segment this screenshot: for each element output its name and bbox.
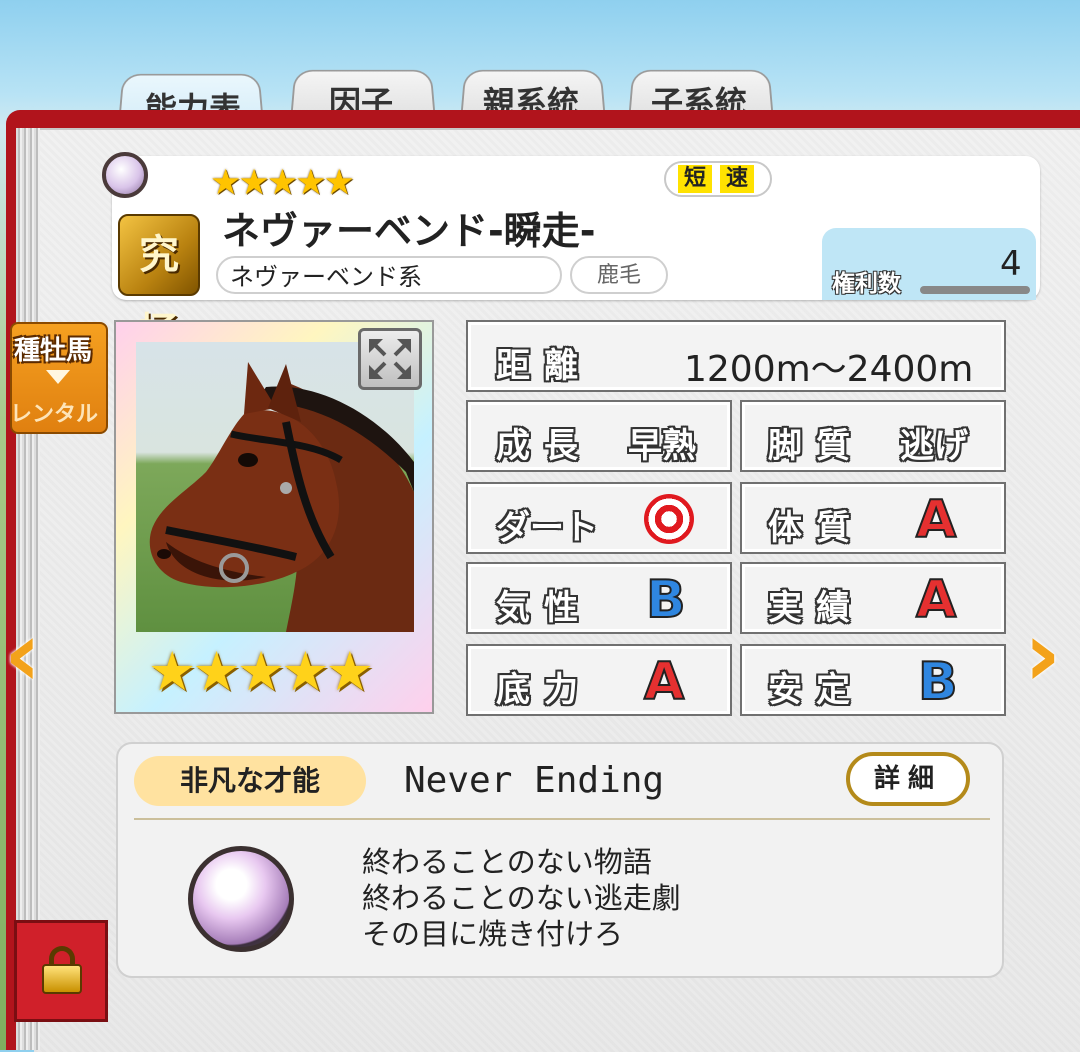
portrait-rarity-stars: ★★★★★ xyxy=(148,640,374,703)
rights-count: 4 xyxy=(1000,244,1022,284)
expand-icon xyxy=(369,339,411,379)
book-spine xyxy=(16,128,40,1050)
rarity-stars: ★★★★★ xyxy=(210,163,355,203)
ability-description-line: 終わることのない逃走劇 xyxy=(362,881,681,915)
ability-description: 終わることのない物語 終わることのない逃走劇 その目に焼き付けろ xyxy=(362,844,681,952)
coat-color-pill: 鹿毛 xyxy=(570,256,668,294)
horse-name: ネヴァーベンド-瞬走- xyxy=(222,209,596,253)
lineage-pill: ネヴァーベンド系 xyxy=(216,256,562,294)
ability-description-line: 終わることのない物語 xyxy=(362,845,652,879)
stat-stamina-label: 底力 xyxy=(496,670,592,710)
ability-tag: 非凡な才能 xyxy=(134,756,366,806)
stud-tab-arrow-icon xyxy=(46,370,70,384)
stat-temperament-grade: B xyxy=(645,570,687,630)
ability-horse-icon xyxy=(188,846,294,952)
ability-name: Never Ending xyxy=(404,760,665,801)
rights-bar xyxy=(920,286,1030,294)
stat-temperament-label: 気性 xyxy=(496,588,592,628)
ultimate-badge-icon: 究極 xyxy=(118,214,200,356)
stat-dirt-label: ダート xyxy=(496,508,598,548)
aptitude-sprint-badge: 短 xyxy=(678,165,712,193)
rental-label: レンタル xyxy=(10,402,99,427)
detail-button[interactable]: 詳細 xyxy=(846,752,970,806)
lock-icon xyxy=(42,964,82,994)
stat-record-label: 実績 xyxy=(768,588,864,628)
prev-arrow-button[interactable]: ‹ xyxy=(4,610,41,700)
stat-constitution-label: 体質 xyxy=(768,508,864,548)
stat-distance-label: 距離 xyxy=(496,346,592,386)
stat-stability-grade: B xyxy=(917,652,959,712)
aptitude-speed-badge: 速 xyxy=(720,165,754,193)
stat-growth-value: 早熟 xyxy=(628,426,696,466)
stat-dirt-double-circle-icon xyxy=(644,494,694,544)
stat-running-style-label: 脚質 xyxy=(768,426,864,466)
stat-distance-value: 1200m〜2400m xyxy=(684,349,974,390)
stat-record-grade: A xyxy=(915,570,957,630)
expand-portrait-button[interactable] xyxy=(358,328,422,390)
stat-running-style-value: 逃げ xyxy=(900,426,968,466)
stud-tab-label: 種牡馬 xyxy=(14,336,93,366)
stat-growth-label: 成長 xyxy=(496,426,592,466)
rights-label: 権利数 xyxy=(832,271,901,297)
next-arrow-button[interactable]: › xyxy=(1024,610,1061,700)
horse-head-icon xyxy=(102,152,148,198)
ability-divider xyxy=(134,818,990,820)
ability-description-line: その目に焼き付けろ xyxy=(362,917,624,951)
stat-constitution-grade: A xyxy=(915,490,957,550)
stat-stamina-grade: A xyxy=(643,652,685,712)
stat-stability-label: 安定 xyxy=(768,670,864,710)
